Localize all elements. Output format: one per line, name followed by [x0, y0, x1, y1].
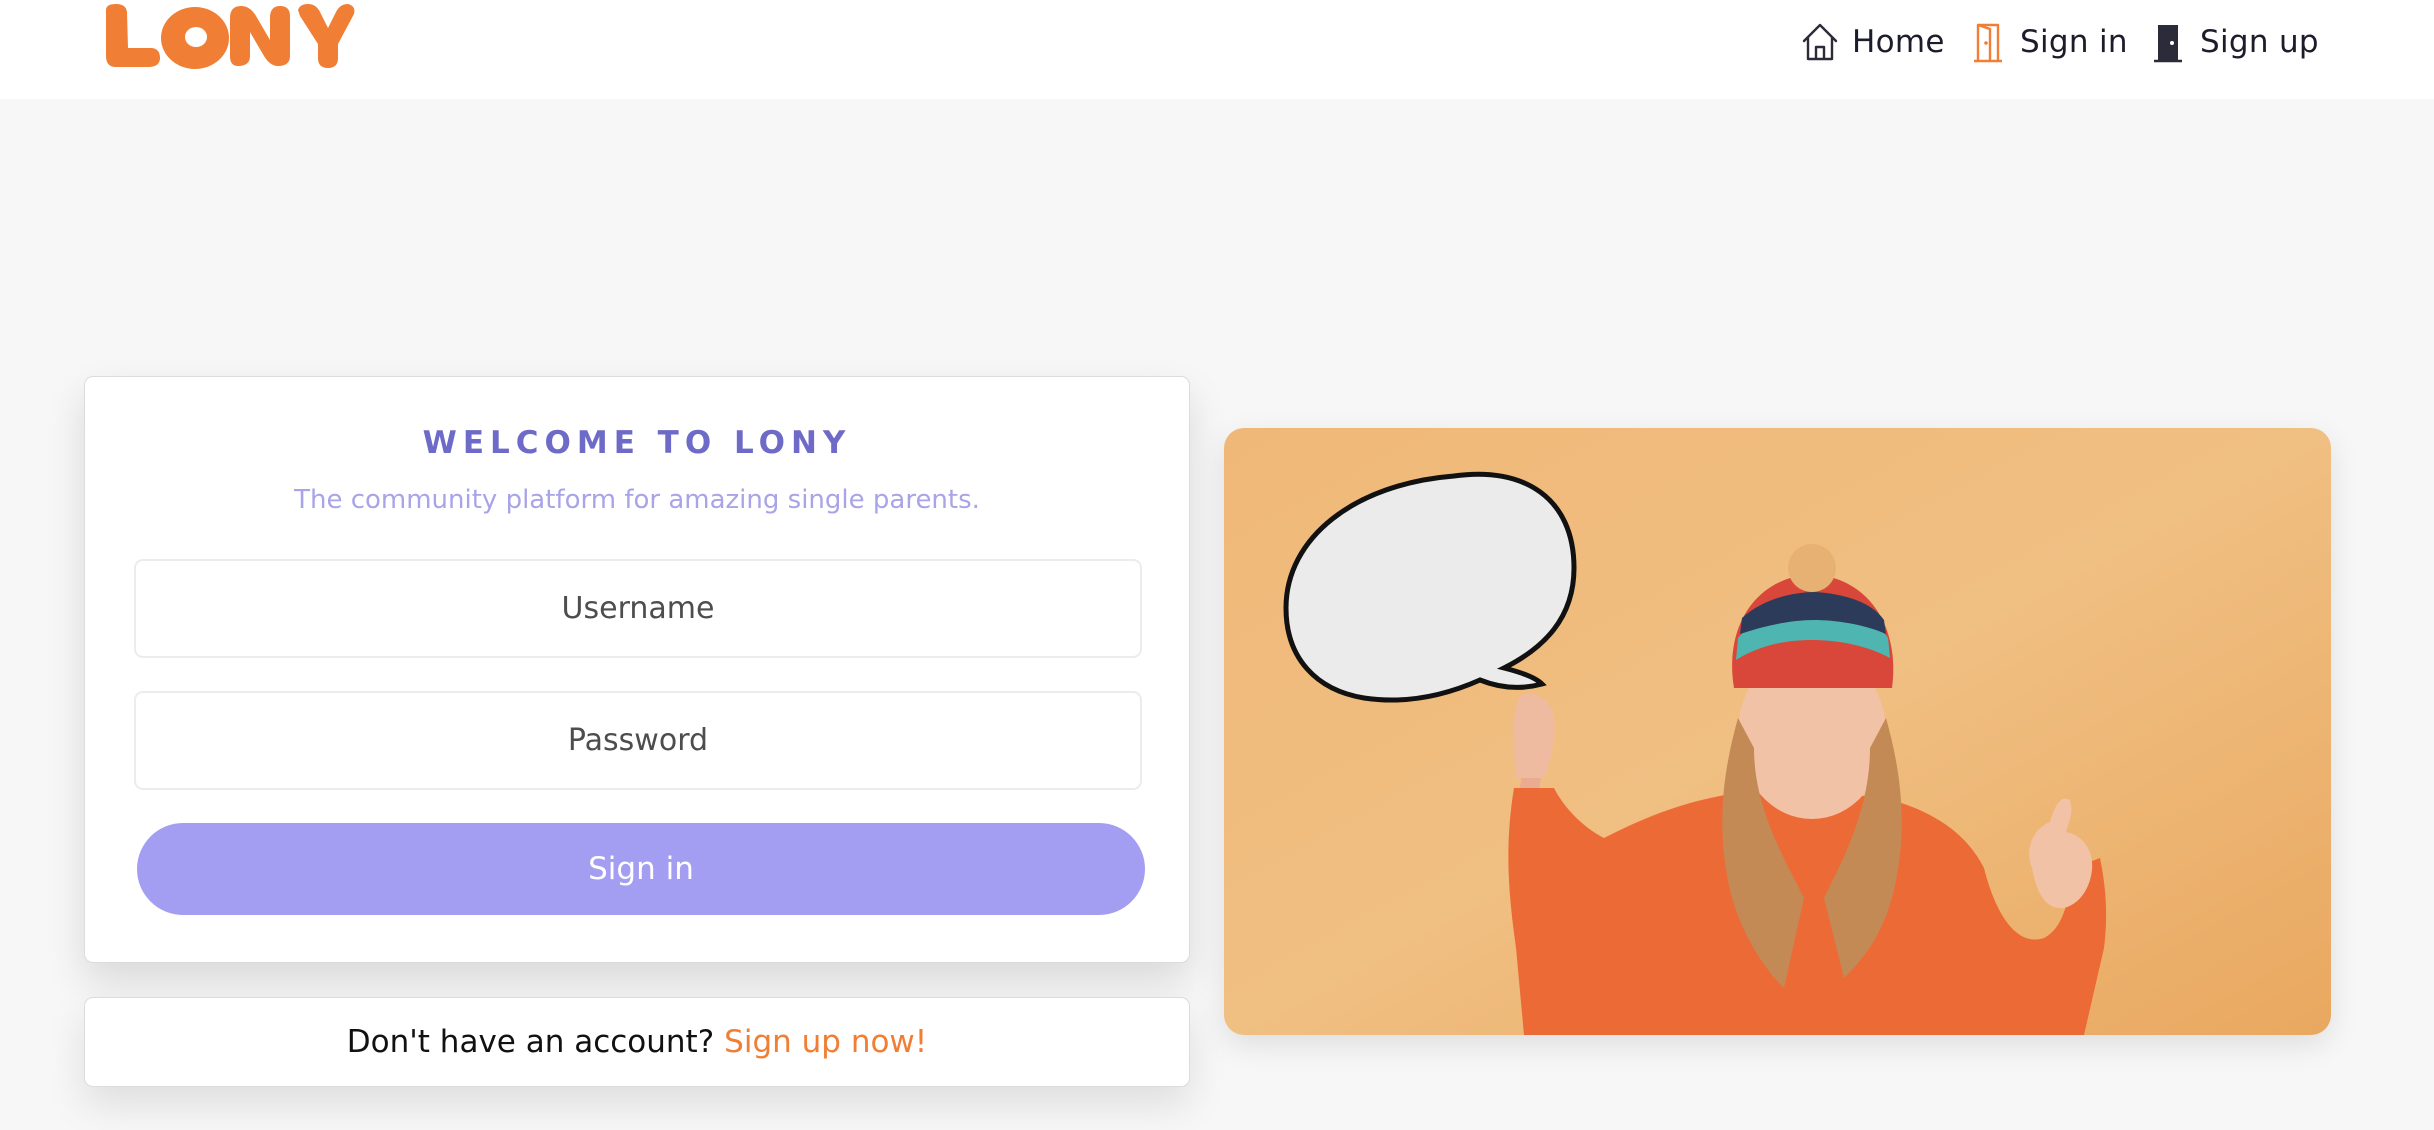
nav-home-link[interactable]: Home	[1800, 18, 1945, 66]
nav-signup-label: Sign up	[2200, 24, 2319, 60]
signup-prompt-text: Don't have an account?	[346, 1024, 715, 1060]
home-icon	[1800, 21, 1840, 63]
lony-logo-mark	[106, 4, 355, 69]
signin-button[interactable]: Sign in	[137, 823, 1145, 915]
nav-signin-link[interactable]: Sign in	[1968, 18, 2128, 66]
lony-logo[interactable]	[100, 0, 356, 72]
login-subtitle: The community platform for amazing singl…	[294, 485, 980, 515]
door-closed-icon	[2148, 21, 2188, 63]
nav-signup-link[interactable]: Sign up	[2148, 18, 2319, 66]
signup-prompt-card: Don't have an account? Sign up now!	[84, 997, 1190, 1087]
login-card: WELCOME TO LONY The community platform f…	[84, 376, 1190, 963]
password-input[interactable]	[134, 691, 1142, 790]
hero-image	[1224, 428, 2331, 1035]
nav-signin-label: Sign in	[2020, 24, 2128, 60]
nav-home-label: Home	[1852, 24, 1945, 60]
door-open-icon	[1968, 21, 2008, 63]
top-navbar: Home Sign in Sign up	[0, 0, 2434, 99]
username-input[interactable]	[134, 559, 1142, 658]
signup-now-link[interactable]: Sign up now!	[724, 1024, 927, 1060]
login-title: WELCOME TO LONY	[422, 425, 852, 461]
